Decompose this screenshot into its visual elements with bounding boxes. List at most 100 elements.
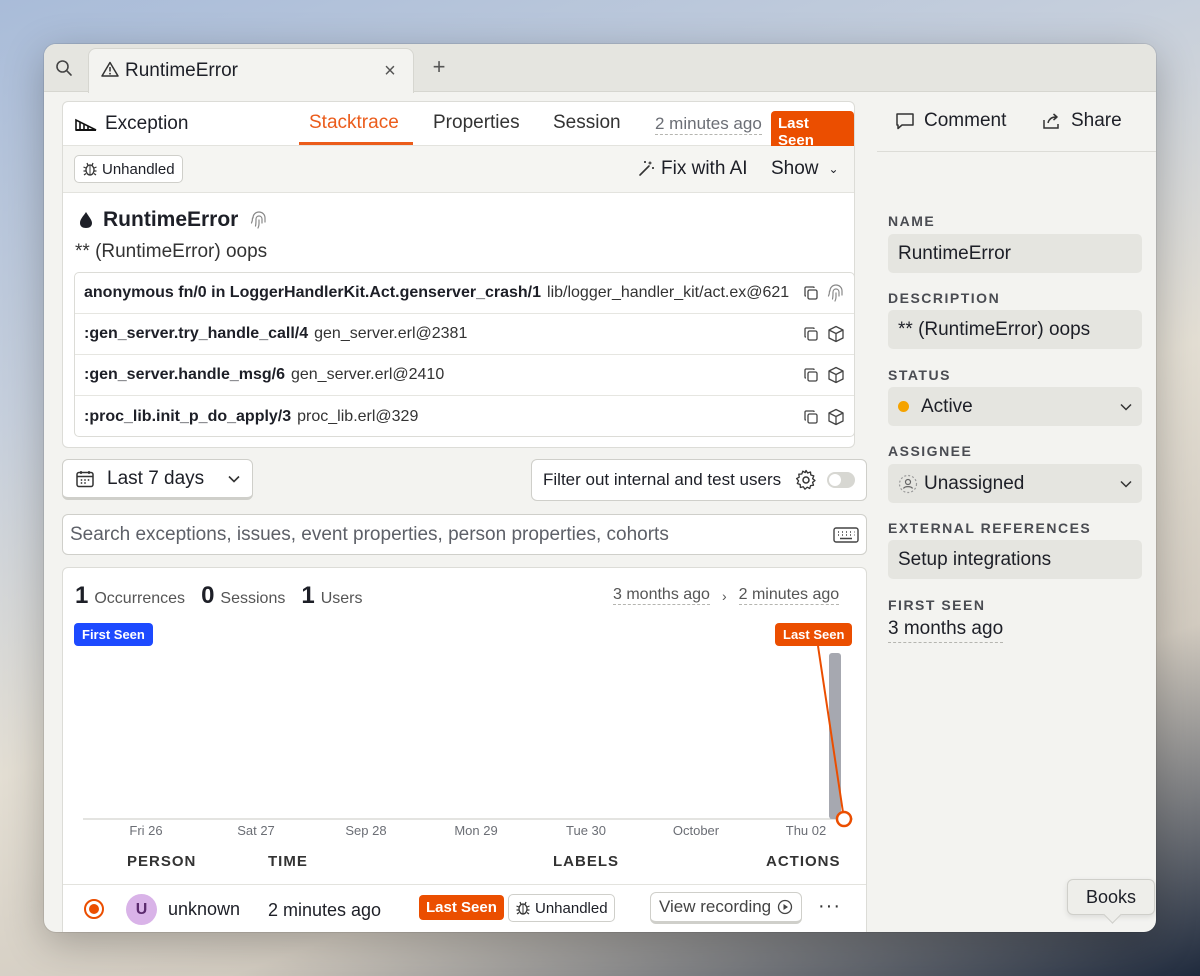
- keyboard-icon[interactable]: [833, 526, 859, 544]
- exception-title: Exception: [75, 113, 188, 135]
- more-actions-icon[interactable]: ···: [818, 895, 841, 918]
- setup-integrations-label: Setup integrations: [898, 548, 1052, 570]
- comment-button[interactable]: Comment: [895, 110, 1006, 132]
- person-name[interactable]: unknown: [168, 899, 240, 920]
- assignee-select[interactable]: Unassigned: [888, 464, 1142, 503]
- x-tick-label: October: [673, 823, 720, 838]
- search-input[interactable]: Search exceptions, issues, event propert…: [62, 514, 867, 555]
- first-seen-value: 3 months ago: [888, 618, 1004, 643]
- copy-icon[interactable]: [803, 285, 819, 301]
- filter-toggle[interactable]: [827, 472, 855, 488]
- first-seen-badge: First Seen: [74, 623, 153, 646]
- stack-frame[interactable]: anonymous fn/0 in LoggerHandlerKit.Act.g…: [75, 273, 854, 314]
- date-range-picker[interactable]: Last 7 days: [62, 459, 253, 500]
- table-header: PERSON TIME LABELS ACTIONS: [63, 853, 866, 883]
- internal-users-filter: Filter out internal and test users: [531, 459, 867, 501]
- status-select[interactable]: Active: [888, 387, 1142, 426]
- fix-with-ai-label: Fix with AI: [661, 158, 748, 179]
- exception-label: Exception: [105, 113, 189, 134]
- status-dot-icon: [898, 401, 909, 412]
- bug-icon: [83, 162, 97, 176]
- date-range-label: Last 7 days: [107, 467, 205, 489]
- tab-properties[interactable]: Properties: [433, 112, 520, 134]
- share-icon: [1043, 113, 1059, 129]
- calendar-icon: [76, 470, 94, 487]
- fingerprint-icon[interactable]: [250, 210, 268, 230]
- frame-file: proc_lib.erl@329: [297, 407, 419, 425]
- name-value: RuntimeError: [898, 242, 1011, 264]
- copy-icon[interactable]: [803, 409, 819, 425]
- chevron-down-icon: [1120, 480, 1132, 488]
- cube-icon: [827, 408, 845, 426]
- elixir-drop-icon: [80, 212, 92, 228]
- share-button[interactable]: Share: [1042, 110, 1122, 132]
- new-tab-button[interactable]: +: [428, 54, 450, 80]
- assignee-value: Unassigned: [924, 472, 1025, 494]
- gear-icon[interactable]: [795, 469, 817, 491]
- filter-internal-label: Filter out internal and test users: [543, 470, 782, 489]
- show-dropdown[interactable]: Show ⌄: [771, 158, 839, 180]
- copy-icon[interactable]: [803, 326, 819, 342]
- error-type: RuntimeError: [103, 208, 239, 231]
- frame-function: :gen_server.handle_msg/6: [84, 366, 285, 383]
- table-row[interactable]: U unknown 2 minutes ago Last Seen Unhand…: [63, 884, 866, 932]
- chevron-down-icon: [228, 475, 240, 483]
- unhandled-label: Unhandled: [102, 160, 175, 178]
- close-icon[interactable]: ×: [379, 60, 401, 83]
- name-label: NAME: [888, 213, 936, 229]
- app-window: RuntimeError × + Exception Stacktrace Pr…: [44, 44, 1156, 932]
- user-icon: [898, 474, 918, 493]
- row-last-seen-badge: Last Seen: [419, 895, 504, 920]
- x-tick-label: Sep 28: [345, 823, 386, 838]
- avatar: U: [126, 894, 157, 925]
- header-time: TIME: [268, 853, 308, 870]
- assignee-label: ASSIGNEE: [888, 443, 973, 459]
- x-tick-label: Tue 30: [566, 823, 606, 838]
- stack-frames: anonymous fn/0 in LoggerHandlerKit.Act.g…: [74, 272, 855, 437]
- x-tick-label: Sat 27: [237, 823, 275, 838]
- tab-session[interactable]: Session: [553, 112, 621, 134]
- tab-stacktrace[interactable]: Stacktrace: [309, 112, 399, 134]
- frame-function: :gen_server.try_handle_call/4: [84, 325, 309, 342]
- frame-function: :proc_lib.init_p_do_apply/3: [84, 407, 292, 425]
- issue-sidebar: Comment Share NAME RuntimeError DESCRIPT…: [877, 92, 1156, 932]
- stack-frame[interactable]: :gen_server.try_handle_call/4 gen_server…: [75, 314, 854, 355]
- header-person: PERSON: [127, 853, 197, 870]
- occurrences-card: 1 Occurrences 0 Sessions 1 Users 3 months a…: [62, 567, 867, 932]
- setup-integrations-button[interactable]: Setup integrations: [888, 540, 1142, 579]
- status-label: STATUS: [888, 367, 951, 383]
- cube-icon: [827, 366, 845, 384]
- error-type-heading: RuntimeError: [79, 208, 268, 232]
- name-field[interactable]: RuntimeError: [888, 234, 1142, 273]
- status-value: Active: [921, 395, 973, 417]
- description-value: ** (RuntimeError) oops: [898, 318, 1091, 340]
- exception-header: Exception Stacktrace Properties Session …: [63, 102, 854, 153]
- description-field[interactable]: ** (RuntimeError) oops: [888, 310, 1142, 349]
- error-message: ** (RuntimeError) oops: [75, 241, 268, 262]
- active-tab-indicator: [299, 142, 413, 145]
- magic-wand-icon: [639, 161, 654, 176]
- frame-function: anonymous fn/0 in LoggerHandlerKit.Act.g…: [84, 284, 542, 301]
- view-recording-label: View recording: [659, 897, 772, 916]
- chart-last-seen-badge: Last Seen: [775, 623, 853, 646]
- frame-file: gen_server.erl@2381: [314, 325, 468, 342]
- search-placeholder: Search exceptions, issues, event propert…: [70, 523, 669, 545]
- first-seen-label: FIRST SEEN: [888, 597, 986, 613]
- tab-runtime-error[interactable]: RuntimeError ×: [88, 48, 414, 93]
- stack-frame[interactable]: :gen_server.handle_msg/6 gen_server.erl@…: [75, 355, 854, 396]
- search-icon[interactable]: [52, 56, 76, 80]
- view-recording-button[interactable]: View recording: [650, 892, 803, 924]
- last-seen-marker: [835, 810, 853, 828]
- event-time: 2 minutes ago: [268, 900, 382, 920]
- sidebar-actions: Comment Share: [877, 92, 1156, 152]
- row-unhandled-badge: Unhandled: [508, 894, 615, 922]
- row-radio[interactable]: [84, 899, 104, 919]
- fix-with-ai-button[interactable]: Fix with AI: [637, 158, 748, 180]
- copy-icon[interactable]: [803, 367, 819, 383]
- unhandled-badge: Unhandled: [74, 155, 183, 183]
- warning-icon: [101, 61, 119, 82]
- exception-toolbar: Unhandled Fix with AI Show ⌄: [63, 146, 854, 193]
- stack-frame[interactable]: :proc_lib.init_p_do_apply/3 proc_lib.erl…: [75, 396, 854, 436]
- x-tick-label: Thu 02: [786, 823, 826, 838]
- description-label: DESCRIPTION: [888, 290, 1001, 306]
